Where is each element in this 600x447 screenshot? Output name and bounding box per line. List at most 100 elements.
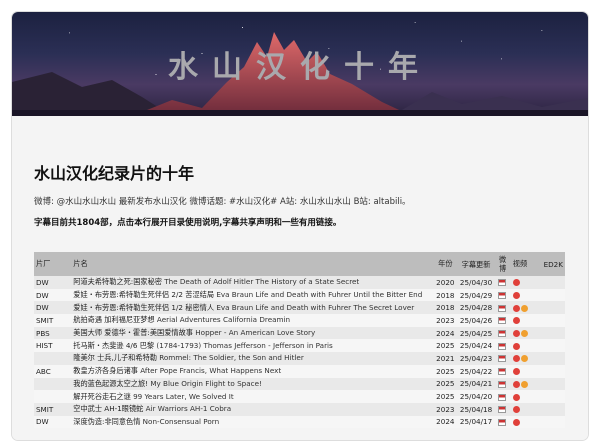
table-row[interactable]: 隆美尔 士兵,儿子和希特勒 Rommel: The Soldier, the S… — [34, 352, 565, 365]
cell-ed2k[interactable] — [541, 402, 565, 416]
cell-video[interactable] — [510, 377, 542, 391]
cell-name[interactable]: 教皇方济各身后诸事 After Pope Francis, What Happe… — [71, 364, 433, 378]
table-row[interactable]: SMIT 航拍奇遇 加利福尼亚梦想 Aerial Adventures Calif… — [34, 314, 565, 327]
title-en[interactable]: Non-Consensual Porn — [143, 417, 219, 426]
video-link-icon[interactable] — [520, 330, 528, 338]
video-link-icon[interactable] — [512, 304, 520, 312]
cell-ed2k[interactable] — [541, 352, 565, 365]
title-cn[interactable]: 我的蓝色起源太空之旅! — [73, 379, 150, 388]
cell-video[interactable] — [510, 326, 542, 340]
cell-weibo[interactable] — [494, 314, 511, 327]
table-row[interactable]: DW 爱娃・布劳恩:希特勒生死伴侣 2/2 苦涩结局 Eva Braun Life… — [34, 288, 565, 302]
title-cn[interactable]: 阿道夫希特勒之死:国家秘密 — [73, 277, 164, 286]
title-cn[interactable]: 深度伪造:非同意色情 — [73, 417, 142, 426]
table-row[interactable]: 解开死谷走石之谜 99 Years Later, We Solved It 202… — [34, 390, 565, 403]
cell-video[interactable] — [510, 288, 542, 302]
cell-ed2k[interactable] — [541, 415, 565, 429]
video-link-icon[interactable] — [512, 393, 520, 401]
cell-video[interactable] — [510, 276, 542, 289]
title-cn[interactable]: 爱娃・布劳恩:希特勒生死伴侣 1/2 秘密情人 — [73, 303, 216, 312]
weibo-flag-icon[interactable] — [498, 393, 507, 401]
title-en[interactable]: 99 Years Later, We Solved It — [133, 392, 234, 401]
weibo-flag-icon[interactable] — [498, 317, 507, 325]
title-cn[interactable]: 空中武士 AH-1眼镜蛇 — [73, 404, 145, 413]
weibo-flag-icon[interactable] — [498, 304, 507, 312]
cell-weibo[interactable] — [494, 288, 511, 302]
video-link-icon[interactable] — [512, 330, 520, 338]
video-link-icon[interactable] — [512, 317, 520, 325]
table-row[interactable]: DW 爱娃・布劳恩:希特勒生死伴侣 1/2 秘密情人 Eva Braun Life… — [34, 301, 565, 315]
title-en[interactable]: Eva Braun Life and Death with Fuhrer The… — [216, 303, 414, 312]
title-cn[interactable]: 美国大师 爱德华・霍普:美国爱情故事 — [73, 328, 195, 337]
title-cn[interactable]: 教皇方济各身后诸事 — [73, 366, 140, 375]
cell-name[interactable]: 我的蓝色起源太空之旅! My Blue Origin Flight to Spa… — [71, 377, 433, 391]
cell-video[interactable] — [510, 301, 542, 315]
cell-name[interactable]: 爱娃・布劳恩:希特勒生死伴侣 2/2 苦涩结局 Eva Braun Life a… — [71, 288, 433, 302]
weibo-flag-icon[interactable] — [498, 418, 507, 426]
video-link-icon[interactable] — [512, 292, 520, 300]
cell-name[interactable]: 隆美尔 士兵,儿子和希特勒 Rommel: The Soldier, the S… — [71, 352, 433, 365]
title-cn[interactable]: 托马斯・杰斐逊 4/6 巴黎 — [73, 341, 156, 350]
cell-name[interactable]: 爱娃・布劳恩:希特勒生死伴侣 1/2 秘密情人 Eva Braun Life a… — [71, 301, 433, 315]
cell-video[interactable] — [510, 402, 542, 416]
title-en[interactable]: (1784-1793) Thomas Jefferson - Jefferson… — [156, 341, 332, 350]
cell-weibo[interactable] — [494, 402, 511, 416]
cell-ed2k[interactable] — [541, 339, 565, 353]
cell-name[interactable]: 解开死谷走石之谜 99 Years Later, We Solved It — [71, 390, 433, 403]
cell-weibo[interactable] — [494, 415, 511, 429]
table-row[interactable]: HIST 托马斯・杰斐逊 4/6 巴黎 (1784-1793) Thomas Je… — [34, 339, 565, 353]
title-en[interactable]: My Blue Origin Flight to Space! — [150, 379, 262, 388]
weibo-flag-icon[interactable] — [498, 406, 507, 414]
title-cn[interactable]: 航拍奇遇 加利福尼亚梦想 — [73, 315, 157, 324]
weibo-flag-icon[interactable] — [498, 342, 507, 350]
cell-ed2k[interactable] — [541, 377, 565, 391]
cell-ed2k[interactable] — [541, 288, 565, 302]
weibo-flag-icon[interactable] — [498, 279, 507, 287]
video-link-icon[interactable] — [512, 368, 520, 376]
video-link-icon[interactable] — [512, 418, 520, 426]
weibo-flag-icon[interactable] — [498, 355, 507, 363]
table-row[interactable]: SMIT 空中武士 AH-1眼镜蛇 Air Warriors AH-1 Cobra… — [34, 402, 565, 416]
title-cn[interactable]: 隆美尔 士兵,儿子和希特勒 — [73, 353, 159, 362]
cell-video[interactable] — [510, 352, 542, 365]
cell-weibo[interactable] — [494, 276, 511, 289]
expand-catalog-note[interactable]: 字幕目前共1804部，点击本行展开目录使用说明,字幕共享声明和一些有用链接。 — [34, 216, 341, 228]
cell-weibo[interactable] — [494, 326, 511, 340]
video-link-icon[interactable] — [520, 355, 528, 363]
weibo-flag-icon[interactable] — [498, 330, 507, 338]
cell-weibo[interactable] — [494, 339, 511, 353]
cell-ed2k[interactable] — [541, 276, 565, 289]
weibo-flag-icon[interactable] — [498, 292, 507, 300]
cell-weibo[interactable] — [494, 390, 511, 403]
cell-weibo[interactable] — [494, 301, 511, 315]
table-row[interactable]: DW 深度伪造:非同意色情 Non-Consensual Porn 2024 25/0… — [34, 415, 565, 429]
cell-name[interactable]: 阿道夫希特勒之死:国家秘密 The Death of Adolf Hitler … — [71, 276, 433, 289]
cell-weibo[interactable] — [494, 352, 511, 365]
table-row[interactable]: PBS 美国大师 爱德华・霍普:美国爱情故事 Hopper - An Americ… — [34, 326, 565, 340]
cell-name[interactable]: 深度伪造:非同意色情 Non-Consensual Porn — [71, 415, 433, 429]
title-en[interactable]: Aerial Adventures California Dreamin — [157, 315, 290, 324]
table-row[interactable]: 我的蓝色起源太空之旅! My Blue Origin Flight to Spa… — [34, 377, 565, 391]
title-en[interactable]: The Death of Adolf Hitler The History of… — [164, 277, 359, 286]
cell-ed2k[interactable] — [541, 314, 565, 327]
social-links-line[interactable]: 微博: @水山水山水山 最新发布水山汉化 微博话题: #水山汉化# A站: 水山… — [34, 195, 411, 207]
table-row[interactable]: DW 阿道夫希特勒之死:国家秘密 The Death of Adolf Hitle… — [34, 276, 565, 289]
cell-name[interactable]: 空中武士 AH-1眼镜蛇 Air Warriors AH-1 Cobra — [71, 402, 433, 416]
title-cn[interactable]: 爱娃・布劳恩:希特勒生死伴侣 2/2 苦涩结局 — [73, 290, 216, 299]
video-link-icon[interactable] — [512, 342, 520, 350]
cell-video[interactable] — [510, 314, 542, 327]
cell-name[interactable]: 托马斯・杰斐逊 4/6 巴黎 (1784-1793) Thomas Jeffer… — [71, 339, 433, 353]
cell-ed2k[interactable] — [541, 364, 565, 378]
cell-video[interactable] — [510, 364, 542, 378]
video-link-icon[interactable] — [520, 304, 528, 312]
cell-name[interactable]: 美国大师 爱德华・霍普:美国爱情故事 Hopper - An American … — [71, 326, 433, 340]
cell-video[interactable] — [510, 390, 542, 403]
title-en[interactable]: Eva Braun Life and Death with Fuhrer Unt… — [216, 290, 422, 299]
title-en[interactable]: Hopper - An American Love Story — [195, 328, 315, 337]
title-cn[interactable]: 解开死谷走石之谜 — [73, 392, 133, 401]
video-link-icon[interactable] — [512, 355, 520, 363]
weibo-flag-icon[interactable] — [498, 380, 507, 388]
cell-video[interactable] — [510, 415, 542, 429]
title-en[interactable]: After Pope Francis, What Happens Next — [140, 366, 281, 375]
video-link-icon[interactable] — [512, 406, 520, 414]
